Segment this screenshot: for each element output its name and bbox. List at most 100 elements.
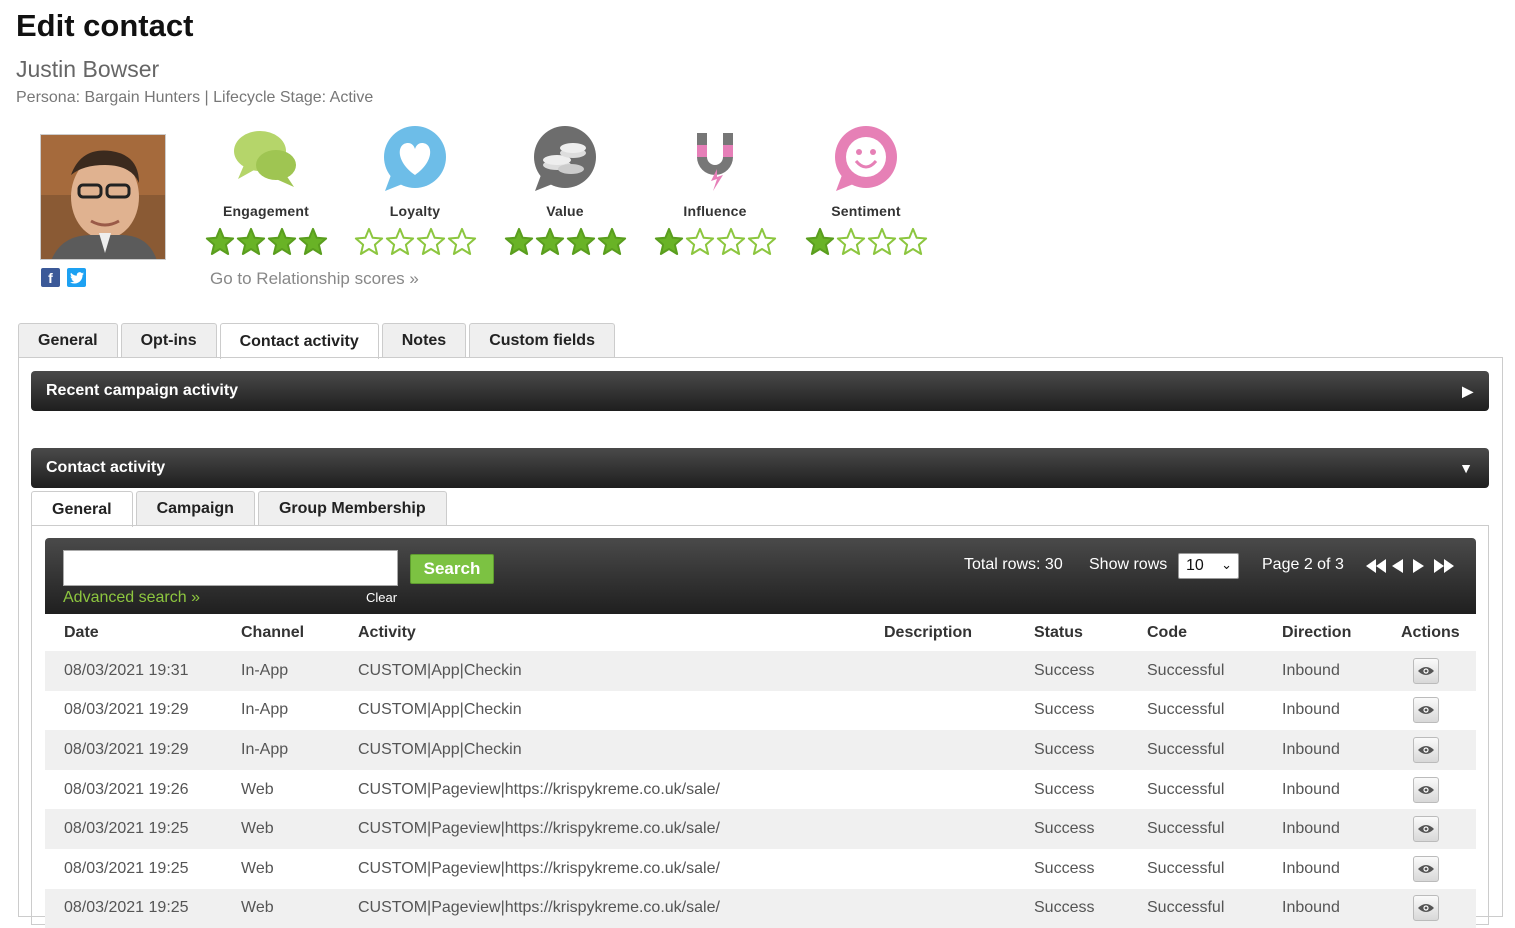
cell-actions — [1385, 769, 1476, 810]
column-header-activity[interactable]: Activity — [358, 614, 865, 651]
tab-opt-ins[interactable]: Opt-ins — [120, 323, 217, 358]
previous-page-icon[interactable] — [1392, 556, 1403, 576]
view-eye-icon[interactable] — [1413, 895, 1439, 922]
twitter-icon[interactable] — [67, 268, 86, 287]
tab-contact-activity[interactable]: Contact activity — [219, 323, 379, 359]
cell-status: Success — [1015, 888, 1128, 928]
cell-activity: CUSTOM|App|Checkin — [358, 651, 865, 691]
contact-activity-header[interactable]: Contact activity ▼ — [31, 448, 1489, 488]
cell-date: 08/03/2021 19:25 — [45, 809, 241, 849]
tab-custom-fields[interactable]: Custom fields — [469, 323, 615, 358]
view-eye-icon[interactable] — [1413, 816, 1439, 843]
score-label: Value — [546, 203, 584, 219]
cell-activity: CUSTOM|Pageview|https://krispykreme.co.u… — [358, 769, 865, 810]
section-title: Recent campaign activity — [46, 382, 239, 399]
star-filled-icon — [298, 227, 327, 255]
cell-date: 08/03/2021 19:29 — [45, 730, 241, 770]
star-filled-icon — [205, 227, 234, 255]
last-page-icon[interactable] — [1434, 556, 1454, 576]
table-header-row: Date Channel Activity Description Status… — [45, 614, 1476, 651]
activity-sub-tabs: General Campaign Group Membership — [31, 491, 450, 527]
view-eye-icon[interactable] — [1413, 776, 1439, 803]
show-rows-label: Show rows — [1089, 556, 1168, 573]
cell-actions — [1385, 651, 1476, 691]
subtab-campaign[interactable]: Campaign — [135, 491, 255, 526]
caret-down-icon: ▼ — [1459, 460, 1473, 476]
cell-channel: In-App — [241, 651, 358, 691]
table-row: 08/03/2021 19:29 In-App CUSTOM|App|Check… — [45, 690, 1476, 731]
cell-status: Success — [1015, 690, 1128, 731]
score-sentiment: Sentiment — [801, 125, 931, 257]
cell-date: 08/03/2021 19:25 — [45, 848, 241, 889]
column-header-direction[interactable]: Direction — [1263, 614, 1385, 651]
star-filled-icon — [267, 227, 296, 255]
table-row: 08/03/2021 19:25 Web CUSTOM|Pageview|htt… — [45, 848, 1476, 889]
clear-link[interactable]: Clear — [366, 590, 397, 605]
tab-notes[interactable]: Notes — [381, 323, 467, 358]
cell-channel: Web — [241, 809, 358, 849]
star-rating — [201, 227, 331, 257]
next-page-icon[interactable] — [1413, 556, 1424, 576]
cell-actions — [1385, 730, 1476, 770]
search-button[interactable]: Search — [410, 554, 494, 584]
cell-date: 08/03/2021 19:25 — [45, 888, 241, 928]
speech-bubbles-icon — [234, 131, 296, 187]
star-empty-icon — [416, 227, 445, 255]
caret-right-icon: ▶ — [1462, 383, 1473, 399]
cell-code: Successful — [1128, 651, 1263, 691]
cell-activity: CUSTOM|Pageview|https://krispykreme.co.u… — [358, 809, 865, 849]
score-engagement: Engagement — [201, 125, 331, 257]
star-filled-icon — [654, 227, 683, 255]
activity-table: Date Channel Activity Description Status… — [45, 614, 1476, 928]
search-input[interactable] — [63, 550, 398, 586]
subtab-group-membership[interactable]: Group Membership — [257, 491, 447, 526]
star-rating — [801, 227, 931, 257]
subtab-general[interactable]: General — [31, 491, 133, 527]
column-header-code[interactable]: Code — [1128, 614, 1263, 651]
score-value: Value — [500, 125, 630, 257]
cell-channel: Web — [241, 848, 358, 889]
view-eye-icon[interactable] — [1413, 697, 1439, 724]
cell-status: Success — [1015, 651, 1128, 691]
coins-icon — [534, 126, 596, 191]
relationship-scores-link[interactable]: Go to Relationship scores » — [210, 269, 419, 289]
cell-date: 08/03/2021 19:26 — [45, 769, 241, 810]
recent-campaign-activity-header[interactable]: Recent campaign activity ▶ — [31, 371, 1489, 411]
cell-code: Successful — [1128, 888, 1263, 928]
cell-channel: In-App — [241, 730, 358, 770]
cell-description — [865, 888, 1015, 928]
first-page-icon[interactable] — [1366, 556, 1386, 576]
cell-channel: Web — [241, 888, 358, 928]
page-info: Page 2 of 3 — [1262, 556, 1344, 573]
view-eye-icon[interactable] — [1413, 657, 1439, 684]
cell-description — [865, 848, 1015, 889]
cell-code: Successful — [1128, 769, 1263, 810]
star-empty-icon — [747, 227, 776, 255]
score-label: Influence — [683, 203, 747, 219]
score-label: Loyalty — [389, 203, 441, 219]
cell-channel: In-App — [241, 690, 358, 731]
star-rating — [500, 227, 630, 257]
column-header-status[interactable]: Status — [1015, 614, 1128, 651]
cell-description — [865, 769, 1015, 810]
tab-general[interactable]: General — [18, 323, 118, 358]
cell-direction: Inbound — [1263, 690, 1385, 731]
total-rows: Total rows: 30 — [964, 556, 1063, 573]
star-empty-icon — [447, 227, 476, 255]
facebook-icon[interactable]: f — [41, 268, 60, 287]
rows-per-page-select[interactable]: 10 ⌄ — [1178, 553, 1239, 579]
magnet-icon — [697, 133, 733, 191]
star-filled-icon — [805, 227, 834, 255]
cell-activity: CUSTOM|App|Checkin — [358, 730, 865, 770]
star-empty-icon — [867, 227, 896, 255]
column-header-date[interactable]: Date — [45, 614, 241, 651]
view-eye-icon[interactable] — [1413, 855, 1439, 882]
column-header-channel[interactable]: Channel — [241, 614, 358, 651]
cell-actions — [1385, 888, 1476, 928]
advanced-search-link[interactable]: Advanced search » — [63, 589, 200, 607]
chevron-down-icon: ⌄ — [1221, 557, 1232, 572]
score-loyalty: Loyalty — [350, 125, 480, 257]
cell-description — [865, 690, 1015, 731]
column-header-description[interactable]: Description — [865, 614, 1015, 651]
view-eye-icon[interactable] — [1413, 736, 1439, 763]
